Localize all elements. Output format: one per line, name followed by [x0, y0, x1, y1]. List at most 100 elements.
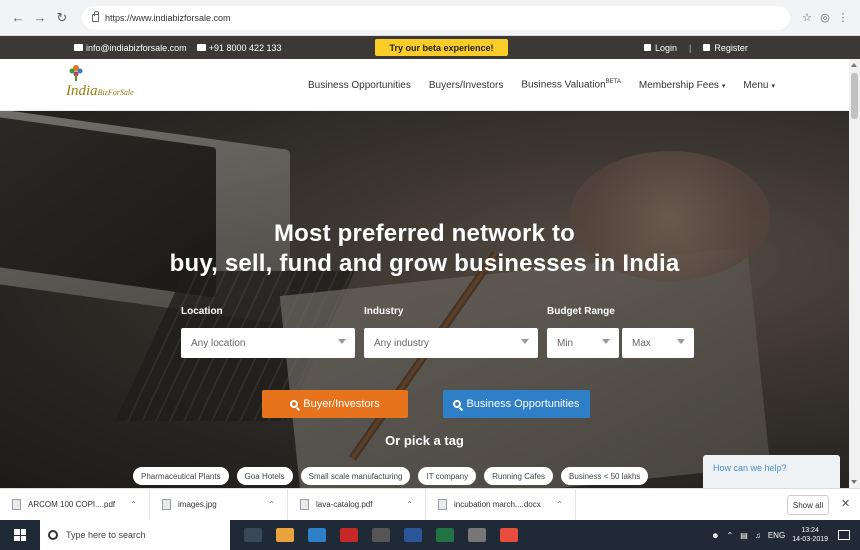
lock-icon — [644, 44, 651, 51]
scroll-thumb[interactable] — [851, 73, 858, 119]
contact-info: info@indiabizforsale.com +91 8000 422 13… — [74, 43, 292, 53]
download-item[interactable]: incubation march....docx ⌃ — [426, 488, 576, 521]
extension-icon[interactable]: ◎ — [816, 9, 834, 27]
nav-membership-fees[interactable]: Membership Fees ▾ — [639, 80, 726, 91]
industry-select[interactable]: Any industry — [364, 328, 538, 358]
search-icon — [290, 400, 299, 408]
contact-phone[interactable]: +91 8000 422 133 — [209, 43, 282, 53]
nav-menu[interactable]: Menu ▾ — [743, 80, 775, 91]
star-icon[interactable]: ☆ — [798, 9, 816, 27]
page-scrollbar[interactable] — [849, 59, 860, 488]
download-item[interactable]: lava-catalog.pdf ⌃ — [288, 488, 426, 521]
tag-running-cafes[interactable]: Running Cafes — [484, 467, 554, 485]
main-nav: Business Opportunities Buyers/Investors … — [308, 59, 793, 111]
windows-start-icon[interactable] — [14, 529, 26, 541]
logo-text: IndiaBizForSale — [66, 83, 134, 99]
file-icon — [162, 499, 171, 510]
dropdown-arrow-icon — [677, 339, 685, 344]
nav-business-valuation[interactable]: Business ValuationBETA — [521, 79, 621, 90]
network-icon[interactable]: ▤ — [740, 531, 748, 540]
chrome-icon[interactable] — [500, 528, 518, 542]
beta-experience-button[interactable]: Try our beta experience! — [375, 39, 508, 56]
browser-toolbar: ← → ↻ https://www.indiabizforsale.com ☆ … — [0, 0, 860, 36]
file-icon — [300, 499, 309, 510]
user-icon — [703, 44, 711, 51]
budget-min-select[interactable]: Min — [547, 328, 619, 358]
show-all-button[interactable]: Show all — [787, 495, 829, 515]
download-bar: ARCOM 100 COPI....pdf ⌃ images.jpg ⌃ lava-… — [0, 488, 860, 521]
buyer-investors-button[interactable]: Buyer/Investors — [262, 390, 408, 418]
calculator-icon[interactable] — [468, 528, 486, 542]
scroll-up-icon[interactable] — [851, 63, 857, 67]
site-logo[interactable]: IndiaBizForSale — [62, 63, 142, 105]
register-link[interactable]: Register — [714, 43, 748, 53]
hero-headline: Most preferred network to buy, sell, fun… — [169, 220, 680, 277]
dropdown-arrow-icon — [338, 339, 346, 344]
help-chat-widget[interactable]: How can we help? — [703, 455, 840, 488]
search-icon — [453, 400, 462, 408]
file-explorer-icon[interactable] — [276, 528, 294, 542]
app-icon[interactable] — [340, 528, 358, 542]
hero-section: Most preferred network to buy, sell, fun… — [0, 111, 849, 488]
caret-down-icon: ▾ — [771, 82, 775, 90]
budget-max-select[interactable]: Max — [622, 328, 694, 358]
lock-icon — [92, 10, 99, 22]
chevron-up-icon[interactable]: ⌃ — [268, 500, 275, 509]
back-icon[interactable]: ← — [8, 8, 28, 28]
nav-buyers-investors[interactable]: Buyers/Investors — [429, 80, 503, 91]
windows-taskbar: Type here to search ☻ ⌃ ▤ ♫ ENG 13:24 14… — [0, 520, 860, 550]
tag-goa-hotels[interactable]: Goa Hotels — [236, 467, 293, 485]
download-item[interactable]: images.jpg ⌃ — [150, 488, 288, 521]
volume-icon[interactable]: ♫ — [755, 531, 761, 540]
beta-badge: BETA — [605, 79, 621, 86]
system-tray: ☻ ⌃ ▤ ♫ ENG 13:24 14-03-2019 — [711, 520, 860, 550]
reload-icon[interactable]: ↻ — [52, 8, 72, 28]
location-select[interactable]: Any location — [181, 328, 355, 358]
file-icon — [438, 499, 447, 510]
url-text: https://www.indiabizforsale.com — [105, 12, 231, 23]
people-icon[interactable]: ☻ — [711, 531, 719, 540]
app-icon[interactable] — [372, 528, 390, 542]
scroll-down-icon[interactable] — [851, 480, 857, 484]
taskbar-search[interactable]: Type here to search — [40, 520, 230, 550]
chevron-up-icon[interactable]: ⌃ — [406, 500, 413, 509]
taskbar-clock[interactable]: 13:24 14-03-2019 — [792, 526, 828, 544]
task-view-icon[interactable] — [244, 528, 262, 542]
tag-pharmaceutical-plants[interactable]: Pharmaceutical Plants — [133, 467, 229, 485]
address-bar[interactable]: https://www.indiabizforsale.com — [82, 5, 790, 30]
tag-list: Pharmaceutical Plants Goa Hotels Small s… — [133, 467, 656, 485]
caret-down-icon: ▾ — [721, 82, 726, 90]
budget-label: Budget Range — [547, 306, 615, 317]
kebab-menu-icon[interactable]: ⋮ — [834, 9, 852, 27]
auth-links: Login | Register — [644, 36, 748, 59]
notification-icon[interactable] — [838, 530, 850, 540]
site-topbar: info@indiabizforsale.com +91 8000 422 13… — [0, 36, 860, 59]
file-icon — [12, 499, 21, 510]
cortana-icon — [48, 530, 58, 540]
language-indicator[interactable]: ENG — [768, 531, 785, 540]
contact-email[interactable]: info@indiabizforsale.com — [86, 43, 187, 53]
auth-separator: | — [689, 42, 692, 53]
close-icon[interactable]: ✕ — [841, 497, 850, 510]
forward-icon[interactable]: → — [30, 8, 50, 28]
word-icon[interactable] — [404, 528, 422, 542]
login-link[interactable]: Login — [655, 43, 677, 53]
industry-label: Industry — [364, 306, 404, 317]
dropdown-arrow-icon — [521, 339, 529, 344]
chevron-up-icon[interactable]: ⌃ — [727, 531, 734, 540]
chevron-up-icon[interactable]: ⌃ — [556, 500, 563, 509]
pick-tag-heading: Or pick a tag — [385, 433, 464, 448]
download-item[interactable]: ARCOM 100 COPI....pdf ⌃ — [0, 488, 150, 521]
phone-icon — [196, 44, 206, 51]
tag-small-scale-manufacturing[interactable]: Small scale manufacturing — [300, 467, 411, 485]
business-opportunities-button[interactable]: Business Opportunities — [443, 390, 590, 418]
tag-it-company[interactable]: IT company — [418, 467, 477, 485]
nav-business-opportunities[interactable]: Business Opportunities — [308, 80, 411, 91]
email-icon — [74, 44, 83, 51]
location-label: Location — [181, 306, 223, 317]
logo-flower-icon — [69, 65, 83, 81]
edge-icon[interactable] — [308, 528, 326, 542]
chevron-up-icon[interactable]: ⌃ — [130, 500, 137, 509]
excel-icon[interactable] — [436, 528, 454, 542]
tag-business-under-50-lakhs[interactable]: Business < 50 lakhs — [561, 467, 649, 485]
